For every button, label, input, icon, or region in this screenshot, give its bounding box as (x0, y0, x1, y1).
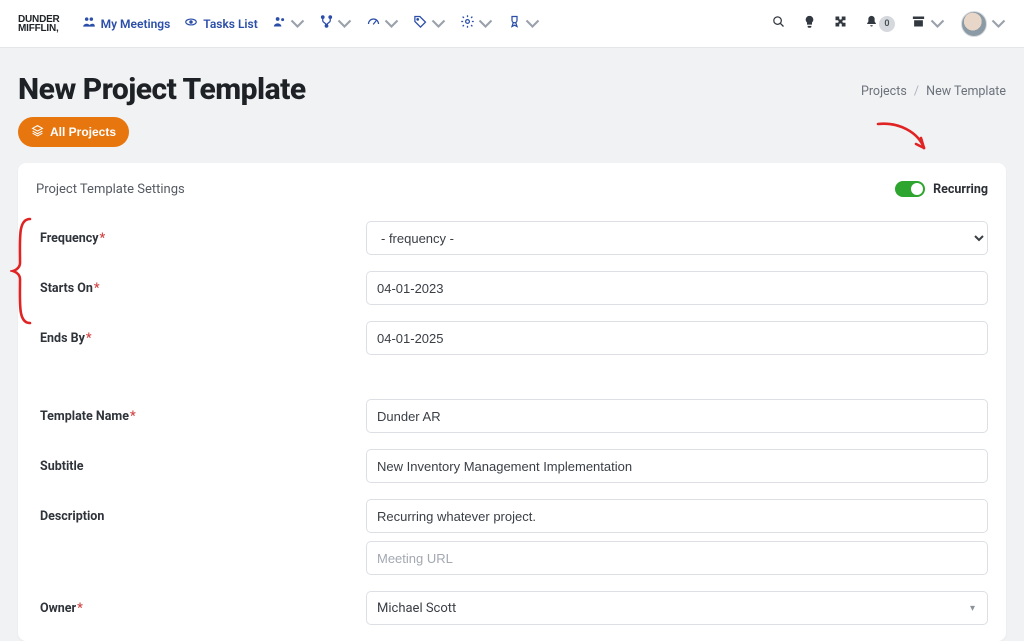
subtitle-input[interactable] (366, 449, 988, 483)
nav-right: 0 (771, 11, 1006, 37)
row-subtitle: Subtitle (36, 449, 988, 483)
eye-icon (184, 15, 198, 32)
owner-value: Michael Scott (377, 601, 456, 616)
label-starts-on: Starts On* (36, 281, 366, 296)
chevron-down-icon (384, 16, 399, 31)
card-header: Project Template Settings Recurring (36, 181, 988, 197)
bell-icon (864, 14, 879, 33)
bell-count-badge: 0 (879, 16, 895, 32)
user-menu[interactable] (961, 11, 1006, 37)
annotation-bracket (10, 215, 32, 327)
nav-award-menu[interactable] (507, 14, 540, 33)
breadcrumb: Projects / New Template (861, 84, 1006, 99)
label-template-name: Template Name* (36, 409, 366, 424)
nav-tasks-list[interactable]: Tasks List (184, 15, 257, 32)
meetings-icon (82, 15, 96, 32)
branch-icon (319, 14, 334, 33)
row-meeting-url (36, 541, 988, 575)
notifications-button[interactable]: 0 (864, 14, 895, 33)
all-projects-label: All Projects (50, 125, 116, 139)
people-icon (272, 14, 287, 33)
breadcrumb-current: New Template (926, 84, 1006, 99)
card-title: Project Template Settings (36, 182, 185, 197)
meeting-url-input[interactable] (366, 541, 988, 575)
top-nav: DUNDER MIFFLIN, My Meetings Tasks List (0, 0, 1024, 48)
breadcrumb-separator: / (914, 84, 919, 99)
label-owner: Owner* (36, 601, 366, 616)
recurring-label: Recurring (933, 182, 988, 197)
brand-line2: MIFFLIN, (18, 24, 60, 33)
layers-icon (31, 124, 44, 140)
search-icon (771, 14, 786, 33)
nav-settings-menu[interactable] (460, 14, 493, 33)
nav-dashboard-menu[interactable] (366, 14, 399, 33)
chevron-down-icon (431, 16, 446, 31)
bulb-button[interactable] (802, 14, 817, 33)
label-ends-by: Ends By* (36, 331, 366, 346)
settings-card: Project Template Settings Recurring Freq… (18, 163, 1006, 641)
chevron-down-icon (478, 16, 493, 31)
frequency-select[interactable]: - frequency - (366, 221, 988, 255)
row-starts-on: Starts On* (36, 271, 988, 305)
description-input[interactable] (366, 499, 988, 533)
brand-logo[interactable]: DUNDER MIFFLIN, (18, 15, 60, 33)
chevron-down-icon: ▾ (970, 603, 975, 614)
page-title: New Project Template (18, 72, 306, 107)
bulb-icon (802, 14, 817, 33)
nav-my-meetings-label: My Meetings (101, 17, 171, 31)
nav-left: My Meetings Tasks List (82, 14, 540, 33)
chevron-down-icon (290, 16, 305, 31)
nav-tag-menu[interactable] (413, 14, 446, 33)
search-button[interactable] (771, 14, 786, 33)
gear-icon (460, 14, 475, 33)
row-ends-by: Ends By* (36, 321, 988, 355)
page-header: New Project Template All Projects Projec… (0, 48, 1024, 157)
row-description: Description (36, 499, 988, 533)
puzzle-button[interactable] (833, 14, 848, 33)
chevron-down-icon (991, 16, 1006, 31)
starts-on-input[interactable] (366, 271, 988, 305)
owner-select[interactable]: Michael Scott ▾ (366, 591, 988, 625)
label-subtitle: Subtitle (36, 459, 366, 474)
recurring-toggle-wrap: Recurring (895, 181, 988, 197)
chevron-down-icon (930, 16, 945, 31)
nav-branch-menu[interactable] (319, 14, 352, 33)
archive-icon (911, 14, 926, 33)
chevron-down-icon (525, 16, 540, 31)
chevron-down-icon (337, 16, 352, 31)
archive-menu[interactable] (911, 14, 945, 33)
award-icon (507, 14, 522, 33)
puzzle-icon (833, 14, 848, 33)
row-frequency: Frequency* - frequency - (36, 221, 988, 255)
row-template-name: Template Name* (36, 399, 988, 433)
tag-icon (413, 14, 428, 33)
label-frequency: Frequency* (36, 231, 366, 246)
label-description: Description (36, 509, 366, 524)
nav-people-menu[interactable] (272, 14, 305, 33)
breadcrumb-projects[interactable]: Projects (861, 84, 907, 99)
avatar (961, 11, 987, 37)
nav-my-meetings[interactable]: My Meetings (82, 15, 171, 32)
row-owner: Owner* Michael Scott ▾ (36, 591, 988, 625)
gauge-icon (366, 14, 381, 33)
template-name-input[interactable] (366, 399, 988, 433)
all-projects-button[interactable]: All Projects (18, 117, 129, 147)
recurring-toggle[interactable] (895, 181, 925, 197)
ends-by-input[interactable] (366, 321, 988, 355)
nav-tasks-list-label: Tasks List (203, 17, 257, 31)
annotation-arrow (874, 118, 934, 158)
